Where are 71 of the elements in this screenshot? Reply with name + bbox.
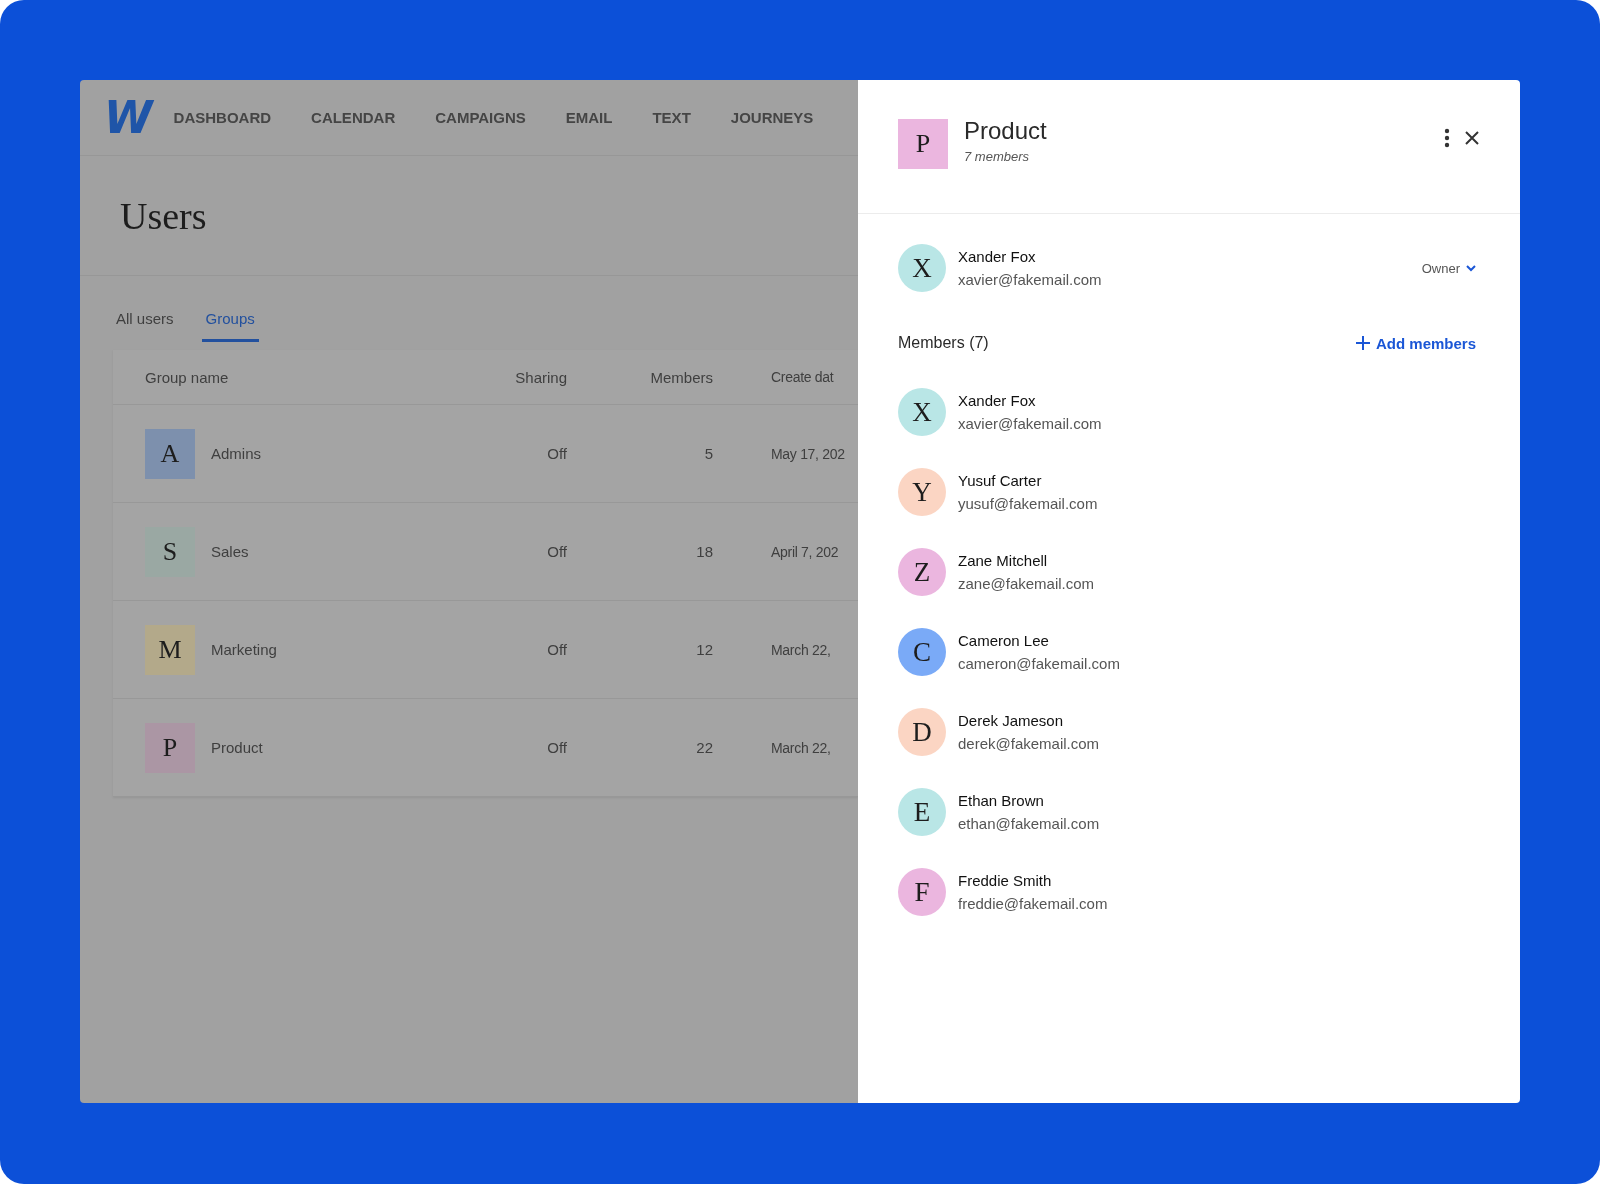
table-row[interactable]: M Marketing Off 12 March 22,: [113, 601, 858, 699]
table-cell-text: March 22,: [770, 641, 832, 658]
nav-link[interactable]: EMAIL: [565, 109, 613, 126]
group-avatar: S: [145, 526, 195, 577]
table-cell-text: 12: [695, 641, 713, 658]
member-avatar: F: [898, 868, 946, 916]
member-avatar: X: [898, 244, 946, 292]
tab[interactable]: Groups: [201, 304, 259, 342]
page-title: Users: [120, 193, 207, 238]
members-heading: Members (7): [898, 334, 989, 352]
role-dropdown[interactable]: Owner: [1421, 260, 1476, 276]
table-row[interactable]: S Sales Off 18 April 7, 202: [113, 503, 858, 601]
table-cell: Product: [211, 739, 263, 756]
member-email: derek@fakemail.com: [958, 735, 1101, 752]
table-cell-text: Off: [546, 445, 567, 462]
member-email: cameron@fakemail.com: [958, 655, 1121, 672]
table-cell-text: March 22,: [770, 739, 832, 756]
member-name: Xander Fox: [958, 248, 1037, 265]
table-cell-text: Off: [546, 739, 567, 756]
member-name: Freddie Smith: [958, 872, 1053, 889]
member-email: ethan@fakemail.com: [958, 815, 1101, 832]
plus-icon: [1355, 336, 1370, 350]
nav-link[interactable]: CALENDAR: [311, 109, 396, 126]
member-email: yusuf@fakemail.com: [958, 495, 1099, 512]
group-avatar: M: [145, 624, 195, 675]
member-email: xavier@fakemail.com: [958, 271, 1103, 288]
add-members-button[interactable]: Add members: [1355, 334, 1476, 352]
nav-link[interactable]: DASHBOARD: [173, 109, 272, 126]
table-cell-text: Off: [546, 543, 567, 560]
close-icon[interactable]: [1464, 130, 1480, 146]
member-email: freddie@fakemail.com: [958, 895, 1109, 912]
member-avatar: D: [898, 708, 946, 756]
table-cell: Admins: [211, 445, 262, 462]
tab[interactable]: All users: [112, 304, 178, 342]
member-avatar: E: [898, 788, 946, 836]
table-row[interactable]: P Product Off 22 March 22,: [113, 699, 858, 797]
group-avatar: A: [145, 428, 195, 479]
table-cell-text: May 17, 202: [770, 445, 846, 462]
nav-link[interactable]: CAMPAIGNS: [435, 109, 526, 126]
group-avatar: P: [898, 118, 948, 169]
column-header: Group name: [144, 368, 230, 386]
nav-link[interactable]: TEXT: [652, 109, 691, 126]
table-cell-text: 18: [695, 543, 713, 560]
table-cell-text: Off: [546, 641, 567, 658]
more-icon[interactable]: [1444, 128, 1450, 148]
table-cell: Sales: [211, 543, 249, 560]
member-email: zane@fakemail.com: [958, 575, 1096, 592]
nav-link[interactable]: JOURNEYS: [730, 109, 814, 126]
table-row[interactable]: A Admins Off 5 May 17, 202: [113, 405, 858, 503]
member-email: xavier@fakemail.com: [958, 415, 1103, 432]
column-header: Sharing: [514, 368, 567, 386]
table-cell-text: 22: [695, 739, 713, 756]
table-cell-text: April 7, 202: [770, 543, 840, 560]
group-avatar: P: [145, 722, 195, 773]
member-avatar: C: [898, 628, 946, 676]
chevron-down-icon: [1466, 264, 1476, 272]
column-header: Members: [649, 368, 713, 386]
member-avatar: Y: [898, 468, 946, 516]
member-avatar: X: [898, 388, 946, 436]
member-name: Derek Jameson: [958, 712, 1065, 729]
member-name: Zane Mitchell: [958, 552, 1049, 569]
member-name: Ethan Brown: [958, 792, 1045, 809]
member-count: 7 members: [964, 149, 1031, 164]
table-cell-text: 5: [703, 445, 713, 462]
group-title: Product: [964, 117, 1048, 145]
member-avatar: Z: [898, 548, 946, 596]
member-name: Cameron Lee: [958, 632, 1050, 649]
table-cell: Marketing: [211, 641, 277, 658]
column-header: Create dat: [770, 369, 835, 385]
member-name: Yusuf Carter: [958, 472, 1043, 489]
member-name: Xander Fox: [958, 392, 1037, 409]
